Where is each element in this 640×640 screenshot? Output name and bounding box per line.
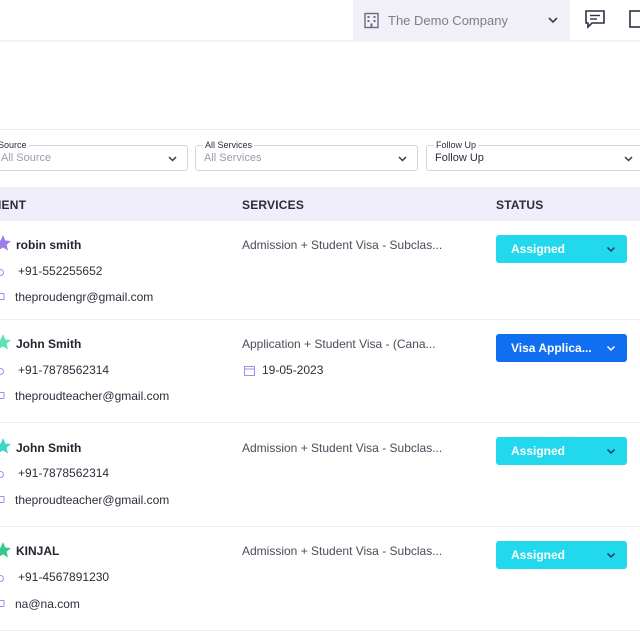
followup-filter-value: Follow Up — [435, 152, 484, 164]
table-row[interactable]: KINJAL +91-4567891230 na@na.com Admissio… — [0, 527, 640, 631]
table-header: IENT SERVICES STATUS — [0, 187, 640, 221]
email-icon — [0, 600, 5, 607]
chevron-down-icon — [548, 17, 558, 24]
star-icon[interactable] — [0, 541, 12, 559]
chevron-down-icon — [168, 155, 177, 162]
client-email[interactable]: theproudteacher@gmail.com — [15, 389, 169, 403]
client-name[interactable]: KINJAL — [16, 544, 59, 558]
status-dropdown[interactable]: Assigned — [496, 541, 627, 569]
services-filter-label: All Services — [203, 140, 255, 150]
company-name: The Demo Company — [388, 12, 508, 28]
email-icon — [0, 392, 5, 399]
client-phone: +91-552255652 — [18, 264, 103, 278]
service-name: Admission + Student Visa - Subclas... — [242, 441, 443, 455]
chevron-down-icon — [606, 246, 616, 253]
phone-icon — [0, 471, 4, 478]
section-divider — [0, 129, 640, 130]
service-name: Admission + Student Visa - Subclas... — [242, 238, 443, 252]
company-selector[interactable]: The Demo Company — [353, 0, 570, 40]
chat-icon[interactable] — [584, 8, 606, 30]
service-name: Application + Student Visa - (Cana... — [242, 337, 436, 351]
chevron-down-icon — [624, 155, 633, 162]
status-dropdown[interactable]: Assigned — [496, 235, 627, 263]
table-row[interactable]: robin smith +91-552255652 theproudengr@g… — [0, 221, 640, 320]
calendar-icon — [244, 366, 255, 376]
phone-icon — [0, 269, 4, 276]
source-filter-label: Source — [0, 140, 29, 150]
phone-icon — [0, 368, 4, 375]
source-filter[interactable]: All Source Source — [0, 140, 188, 172]
chevron-down-icon — [606, 345, 616, 352]
star-icon[interactable] — [0, 437, 12, 455]
service-name: Admission + Student Visa - Subclas... — [242, 544, 443, 558]
client-email[interactable]: theproudengr@gmail.com — [15, 290, 153, 304]
table-row[interactable]: John Smith +91-7878562314 theproudteache… — [0, 320, 640, 423]
status-label: Assigned — [511, 548, 566, 562]
star-icon[interactable] — [0, 234, 12, 252]
client-phone: +91-4567891230 — [18, 570, 110, 584]
column-header-status: STATUS — [496, 198, 544, 212]
email-icon — [0, 496, 5, 503]
table-row[interactable]: John Smith +91-7878562314 theproudteache… — [0, 423, 640, 527]
chevron-down-icon — [606, 448, 616, 455]
client-name[interactable]: John Smith — [16, 337, 81, 351]
followup-date: 19-05-2023 — [262, 363, 324, 377]
status-dropdown[interactable]: Assigned — [496, 437, 627, 465]
followup-filter[interactable]: Follow Up Follow Up — [426, 140, 640, 172]
client-phone: +91-7878562314 — [18, 466, 110, 480]
client-email[interactable]: theproudteacher@gmail.com — [15, 493, 169, 507]
column-header-services: SERVICES — [242, 198, 305, 212]
chevron-down-icon — [398, 155, 407, 162]
window-icon[interactable] — [628, 8, 640, 30]
followup-filter-label: Follow Up — [434, 140, 479, 150]
client-phone: +91-7878562314 — [18, 363, 110, 377]
status-dropdown[interactable]: Visa Applica... — [496, 334, 627, 362]
status-label: Assigned — [511, 242, 566, 256]
star-icon[interactable] — [0, 333, 12, 351]
client-name[interactable]: robin smith — [16, 238, 81, 252]
email-icon — [0, 293, 5, 300]
client-email[interactable]: na@na.com — [15, 597, 80, 611]
services-filter[interactable]: All Services All Services — [195, 140, 418, 172]
source-filter-value: All Source — [1, 152, 52, 164]
chevron-down-icon — [606, 552, 616, 559]
client-name[interactable]: John Smith — [16, 441, 81, 455]
status-label: Assigned — [511, 444, 566, 458]
column-header-client: IENT — [0, 198, 27, 212]
top-bar: The Demo Company — [0, 0, 640, 40]
status-label: Visa Applica... — [511, 341, 592, 355]
phone-icon — [0, 575, 4, 582]
services-filter-value: All Services — [204, 152, 262, 164]
building-icon — [364, 12, 379, 28]
